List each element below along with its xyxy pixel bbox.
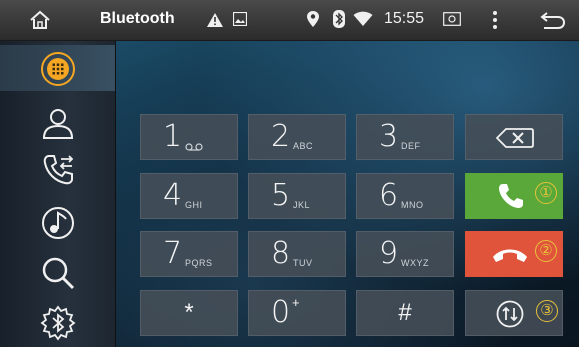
sidebar-item-call-log[interactable] xyxy=(0,145,115,191)
sidebar-item-bluetooth-settings[interactable] xyxy=(0,299,115,345)
music-icon xyxy=(42,207,74,239)
image-icon xyxy=(233,12,247,26)
home-icon[interactable] xyxy=(28,8,52,32)
phone-icon xyxy=(499,184,523,208)
hang-up-icon xyxy=(493,249,527,262)
key-2[interactable]: 2 ABC xyxy=(248,114,346,160)
key-letters: JKL xyxy=(293,200,311,210)
dialer-panel: 1 2 ABC 3 DEF 4 GHI 5 JKL 6 MNO ① 7 PQRS… xyxy=(116,41,579,347)
search-icon xyxy=(42,257,75,290)
key-4[interactable]: 4 GHI xyxy=(140,173,238,219)
key-digit: 2 xyxy=(271,119,291,154)
sidebar-item-music[interactable] xyxy=(0,199,115,245)
key-3[interactable]: 3 DEF xyxy=(356,114,454,160)
bluetooth-settings-icon xyxy=(40,305,76,341)
key-letters: WXYZ xyxy=(401,258,429,268)
switch-audio-button[interactable]: ③ xyxy=(465,290,563,336)
key-digit: 9 xyxy=(379,236,399,271)
key-7[interactable]: 7 PQRS xyxy=(140,231,238,277)
voicemail-icon xyxy=(185,143,203,151)
dialpad-icon xyxy=(41,52,75,86)
key-digit: 6 xyxy=(379,178,399,213)
key-letters: GHI xyxy=(185,200,203,210)
key-1[interactable]: 1 xyxy=(140,114,238,160)
warning-icon xyxy=(207,13,223,27)
sidebar-item-dialpad[interactable] xyxy=(0,45,115,91)
end-call-button[interactable]: ② xyxy=(465,231,563,277)
key-plus: + xyxy=(292,295,300,310)
key-star[interactable]: * xyxy=(140,290,238,336)
sidebar xyxy=(0,41,116,347)
key-digit: 3 xyxy=(379,119,399,154)
key-digit: * xyxy=(184,299,194,326)
key-letters: ABC xyxy=(293,141,314,151)
key-letters: PQRS xyxy=(185,258,213,268)
key-digit: 7 xyxy=(163,236,183,271)
key-letters: MNO xyxy=(401,200,424,210)
delete-button[interactable] xyxy=(465,114,563,160)
key-letters: DEF xyxy=(401,141,421,151)
key-digit: 5 xyxy=(271,178,291,213)
status-bar: Bluetooth 15:55 xyxy=(0,0,579,41)
screenshot-icon[interactable] xyxy=(443,12,461,26)
back-icon[interactable] xyxy=(540,10,566,30)
bluetooth-icon xyxy=(333,10,345,28)
badge-1: ① xyxy=(535,182,557,204)
call-button[interactable]: ① xyxy=(465,173,563,219)
swap-icon xyxy=(496,300,524,328)
key-9[interactable]: 9 WXYZ xyxy=(356,231,454,277)
key-0[interactable]: 0 + xyxy=(248,290,346,336)
sidebar-item-search[interactable] xyxy=(0,249,115,295)
key-hash[interactable]: # xyxy=(356,290,454,336)
backspace-icon xyxy=(496,128,534,148)
location-icon xyxy=(307,11,319,27)
key-8[interactable]: 8 TUV xyxy=(248,231,346,277)
key-digit: 8 xyxy=(271,236,291,271)
key-digit: 1 xyxy=(163,119,183,154)
app-title: Bluetooth xyxy=(100,10,175,27)
key-digit: 0 xyxy=(271,295,291,330)
key-5[interactable]: 5 JKL xyxy=(248,173,346,219)
badge-2: ② xyxy=(535,240,557,262)
key-digit: # xyxy=(398,299,412,326)
menu-icon[interactable] xyxy=(492,10,498,30)
sidebar-item-contacts[interactable] xyxy=(0,99,115,145)
key-digit: 4 xyxy=(163,178,183,213)
call-log-icon xyxy=(43,155,74,185)
clock: 15:55 xyxy=(384,10,425,27)
badge-3: ③ xyxy=(536,300,558,322)
key-letters: TUV xyxy=(293,258,313,268)
contacts-icon xyxy=(42,109,74,139)
wifi-icon xyxy=(353,11,373,26)
key-6[interactable]: 6 MNO xyxy=(356,173,454,219)
